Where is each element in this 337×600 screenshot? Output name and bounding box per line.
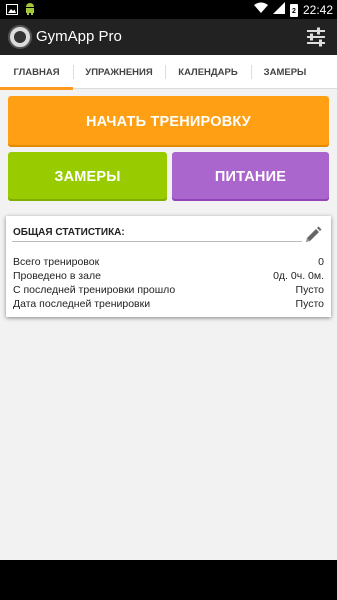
stat-label: Всего тренировок [13,256,100,268]
stat-row: Дата последней тренировки Пусто [13,298,324,312]
tab-calendar[interactable]: КАЛЕНДАРЬ [165,55,251,89]
stat-label: Дата последней тренировки [13,298,151,310]
stats-title: ОБЩАЯ СТАТИСТИКА: [13,227,125,238]
settings-sliders-icon[interactable] [305,26,327,48]
status-bar: 2 22:42 [0,0,337,19]
stat-value: Пусто [295,284,324,296]
tab-exercises[interactable]: УПРАЖНЕНИЯ [73,55,165,89]
stat-row: Проведено в зале 0д. 0ч. 0м. [13,270,324,284]
battery-icon: 2 [289,3,298,17]
stat-label: Проведено в зале [13,270,101,282]
stat-row: С последней тренировки прошло Пусто [13,284,324,298]
stat-value: 0 [318,256,324,268]
image-icon [6,2,18,20]
clock: 22:42 [302,2,333,17]
app-logo-icon [8,25,32,49]
stat-value: 0д. 0ч. 0м. [273,270,324,282]
navigation-bar [0,560,337,600]
start-workout-button[interactable]: НАЧАТЬ ТРЕНИРОВКУ [8,96,329,147]
stats-card: ОБЩАЯ СТАТИСТИКА: Всего тренировок 0 Про… [6,216,331,317]
pencil-icon[interactable] [303,225,323,245]
stat-value: Пусто [295,298,324,310]
stat-row: Всего тренировок 0 [13,256,324,270]
measurements-button[interactable]: ЗАМЕРЫ [8,152,167,201]
tab-home[interactable]: ГЛАВНАЯ [0,55,73,90]
tab-measurements[interactable]: ЗАМЕРЫ [251,55,319,89]
wifi-icon [253,1,268,19]
stat-label: С последней тренировки прошло [13,284,176,296]
divider [12,241,302,242]
app-title: GymApp Pro [36,28,122,45]
action-bar: GymApp Pro [0,19,337,55]
nutrition-button[interactable]: ПИТАНИЕ [172,152,329,201]
signal-icon [272,1,285,19]
tab-bar: ГЛАВНАЯ УПРАЖНЕНИЯ КАЛЕНДАРЬ ЗАМЕРЫ [0,55,337,90]
android-icon [24,2,36,20]
